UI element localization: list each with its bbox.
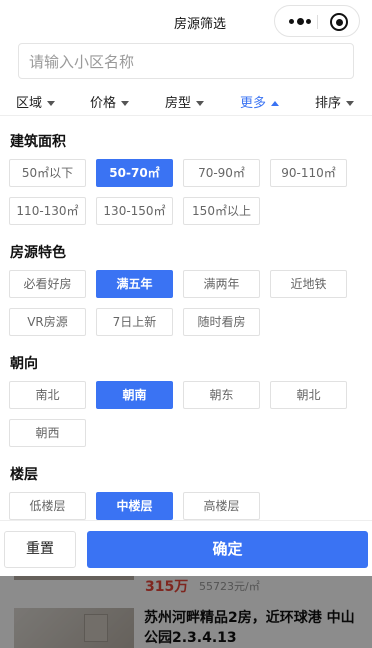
caret-down-icon [121, 101, 130, 106]
tab-price[interactable]: 价格 [90, 92, 130, 111]
caret-down-icon [47, 101, 56, 106]
option-floor-middle[interactable]: 中楼层 [96, 492, 173, 520]
section-title-features: 房源特色 [10, 245, 66, 261]
caret-down-icon [346, 101, 355, 106]
option-feature-five-years[interactable]: 满五年 [96, 270, 173, 298]
capsule-divider [317, 15, 318, 29]
section-title-area: 建筑面积 [10, 134, 66, 150]
dim-overlay[interactable] [0, 576, 372, 648]
tab-label: 更多 [240, 96, 267, 111]
option-area-50-70[interactable]: 50-70㎡ [96, 159, 173, 187]
navigation-bar: 房源筛选 [0, 0, 372, 42]
tab-label: 区域 [16, 96, 43, 111]
option-feature-near-subway[interactable]: 近地铁 [270, 270, 347, 298]
option-orientation-south[interactable]: 朝南 [96, 381, 173, 409]
section-title-floor: 楼层 [10, 467, 38, 483]
option-area-under-50[interactable]: 50㎡以下 [9, 159, 86, 187]
caret-down-icon [196, 101, 205, 106]
option-feature-must-see[interactable]: 必看好房 [9, 270, 86, 298]
option-floor-high[interactable]: 高楼层 [183, 492, 260, 520]
more-dots-icon[interactable] [289, 18, 311, 25]
tab-area[interactable]: 区域 [16, 92, 56, 111]
option-floor-low[interactable]: 低楼层 [9, 492, 86, 520]
community-search-input[interactable] [29, 51, 339, 73]
option-orientation-north[interactable]: 朝北 [270, 381, 347, 409]
filter-action-bar: 重置 确定 [0, 520, 372, 576]
close-circle-icon[interactable] [330, 13, 348, 31]
mini-program-capsule [274, 5, 360, 37]
option-feature-anytime-viewing[interactable]: 随时看房 [183, 308, 260, 336]
filter-tab-bar: 区域 价格 房型 更多 排序 [0, 86, 372, 116]
option-feature-new-7-days[interactable]: 7日上新 [96, 308, 173, 336]
tab-label: 房型 [165, 96, 192, 111]
option-area-90-110[interactable]: 90-110㎡ [270, 159, 347, 187]
option-orientation-north-south[interactable]: 南北 [9, 381, 86, 409]
option-area-over-150[interactable]: 150㎡以上 [183, 197, 260, 225]
option-area-70-90[interactable]: 70-90㎡ [183, 159, 260, 187]
search-box [18, 43, 354, 79]
reset-button[interactable]: 重置 [4, 531, 76, 568]
tab-room-type[interactable]: 房型 [165, 92, 205, 111]
tab-sort[interactable]: 排序 [315, 92, 355, 111]
option-area-130-150[interactable]: 130-150㎡ [96, 197, 173, 225]
tab-label: 价格 [90, 96, 117, 111]
option-orientation-east[interactable]: 朝东 [183, 381, 260, 409]
option-area-110-130[interactable]: 110-130㎡ [9, 197, 86, 225]
confirm-button[interactable]: 确定 [87, 531, 368, 568]
caret-up-icon [271, 101, 280, 106]
option-orientation-west[interactable]: 朝西 [9, 419, 86, 447]
tab-more[interactable]: 更多 [240, 92, 280, 111]
tab-label: 排序 [315, 96, 342, 111]
option-feature-two-years[interactable]: 满两年 [183, 270, 260, 298]
option-feature-vr[interactable]: VR房源 [9, 308, 86, 336]
section-title-orientation: 朝向 [10, 356, 38, 372]
